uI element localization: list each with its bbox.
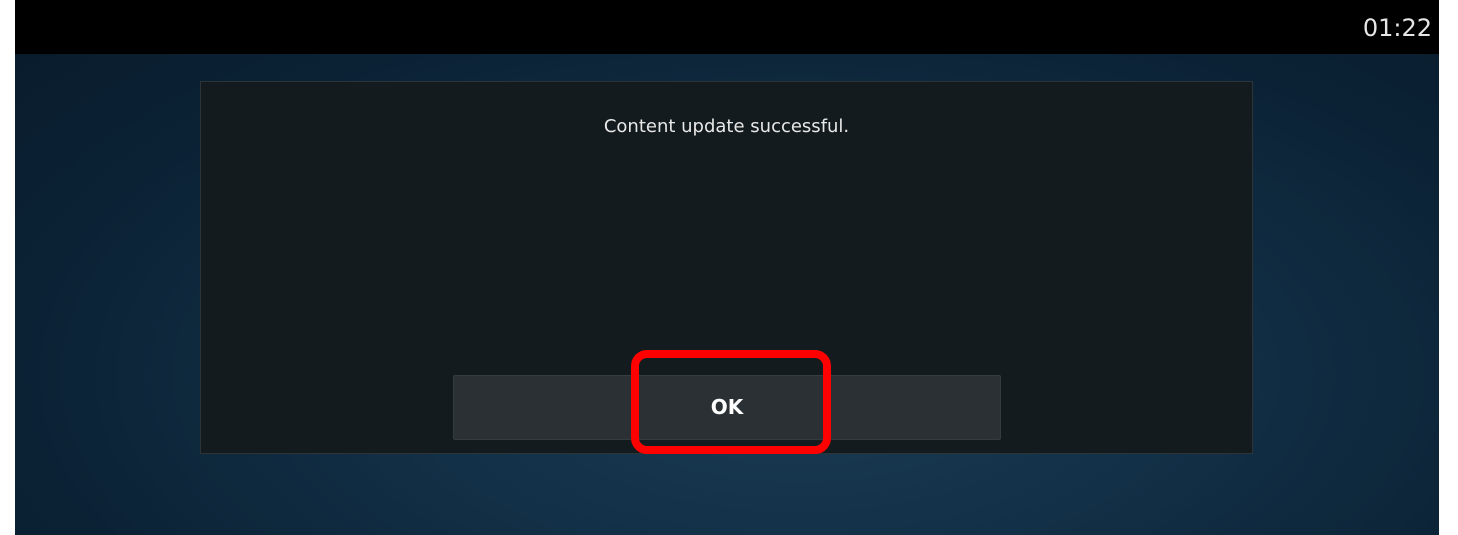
- content-update-dialog: Content update successful. OK: [200, 81, 1253, 454]
- ok-button[interactable]: OK: [453, 375, 1001, 440]
- status-bar: 01:22: [15, 0, 1439, 54]
- clock: 01:22: [1362, 14, 1432, 42]
- dialog-message: Content update successful.: [603, 116, 850, 137]
- ok-button-label: OK: [710, 395, 744, 419]
- tv-screen: 01:22 Content update successful. OK: [15, 0, 1439, 535]
